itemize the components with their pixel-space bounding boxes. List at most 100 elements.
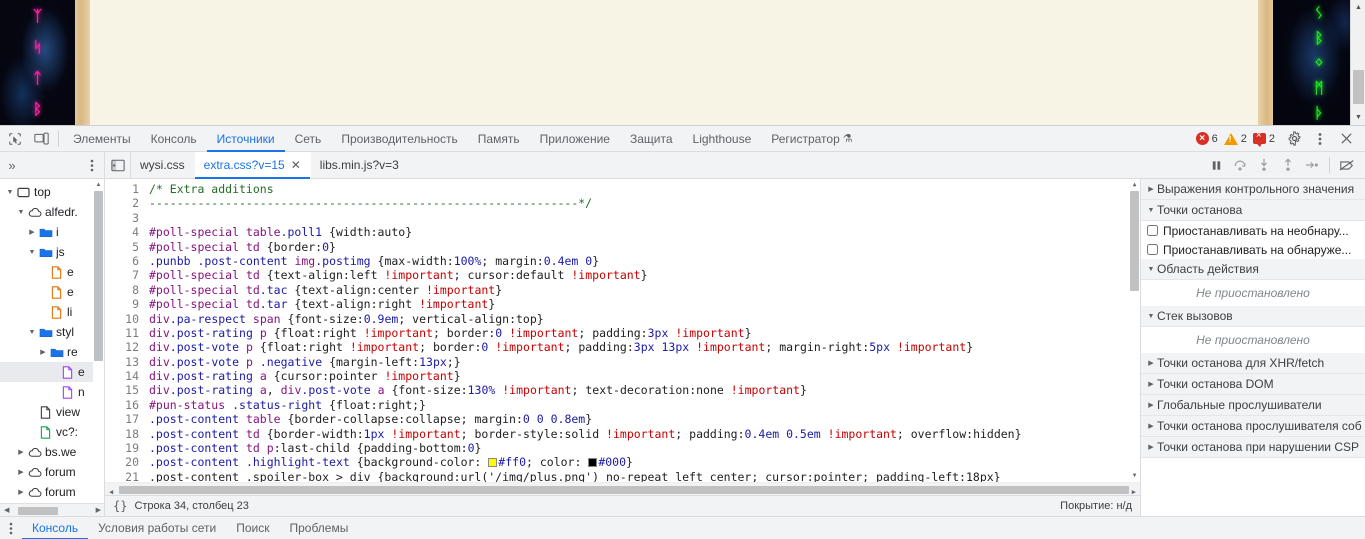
editor-scroll-up-icon[interactable]: ▲ (1129, 179, 1140, 191)
page-scrollbar[interactable]: ▲ ▼ (1350, 0, 1365, 125)
section-twisty-icon[interactable]: ▶ (1145, 185, 1157, 193)
code-line[interactable]: 13 div.post-vote p .negative {margin-left… (105, 355, 1140, 369)
scroll-up-arrow-icon[interactable]: ▲ (1351, 0, 1365, 15)
scroll-down-arrow-icon[interactable]: ▼ (1351, 110, 1365, 125)
step-out-button[interactable] (1276, 153, 1300, 177)
tree-twisty-icon[interactable]: ▶ (15, 489, 27, 496)
editor-hscroll-left-icon[interactable]: ◀ (109, 485, 113, 495)
checkbox[interactable] (1147, 225, 1158, 236)
debugger-section-header[interactable]: ▼ Точки останова (1141, 200, 1365, 221)
tree-item-re-8[interactable]: ▶ re (0, 342, 104, 362)
tab-6[interactable]: Приложение (530, 126, 620, 152)
code-line[interactable]: 9 #poll-special td.tar {text-align:right … (105, 297, 1140, 311)
tree-item-n-10[interactable]: ▶n (0, 382, 104, 402)
inspect-element-icon[interactable] (2, 127, 28, 151)
checkbox[interactable] (1147, 244, 1158, 255)
tree-item-li-6[interactable]: ▶li (0, 302, 104, 322)
section-twisty-icon[interactable]: ▶ (1145, 401, 1157, 409)
tab-1[interactable]: Консоль (141, 126, 207, 152)
navigator-hscroll-thumb[interactable] (18, 507, 58, 515)
pause-script-button[interactable] (1204, 153, 1228, 177)
file-tab-0[interactable]: wysi.css (131, 152, 195, 179)
tree-item-e-4[interactable]: ▶e (0, 262, 104, 282)
debugger-checkbox-row[interactable]: Приостанавливать на обнаруже... (1141, 240, 1365, 259)
color-swatch[interactable] (488, 458, 498, 468)
tree-item-alfedr-1[interactable]: ▼ alfedr. (0, 202, 104, 222)
debugger-section-header[interactable]: ▶ Глобальные прослушиватели (1141, 395, 1365, 416)
drawer-tab-0[interactable]: Консоль (22, 517, 88, 539)
tree-twisty-icon[interactable]: ▶ (15, 469, 27, 476)
code-line[interactable]: 11 div.post-rating p {float:right !import… (105, 326, 1140, 340)
code-line[interactable]: 3 (105, 211, 1140, 225)
tree-item-view-11[interactable]: ▶view (0, 402, 104, 422)
code-line[interactable]: 18 .post-content td {border-width:1px !im… (105, 427, 1140, 441)
code-line[interactable]: 12 div.post-vote p {float:right !importan… (105, 340, 1140, 354)
navigator-scroll-up-icon[interactable]: ▲ (93, 179, 104, 191)
tree-twisty-icon[interactable]: ▼ (26, 329, 38, 336)
navigator-hscroll-left-icon[interactable]: ◀ (4, 506, 9, 514)
debugger-section-header[interactable]: ▼ Область действия (1141, 259, 1365, 280)
warnings-counter[interactable]: 2 (1223, 132, 1247, 145)
gear-icon[interactable] (1281, 127, 1307, 151)
tab-8[interactable]: Lighthouse (683, 126, 762, 152)
debugger-checkbox-row[interactable]: Приостанавливать на необнару... (1141, 221, 1365, 240)
section-twisty-icon[interactable]: ▶ (1145, 443, 1157, 451)
debugger-section-header[interactable]: ▶ Выражения контрольного значения (1141, 179, 1365, 200)
tab-5[interactable]: Память (468, 126, 530, 152)
navigator-scrollbar[interactable]: ▲ ▼ (93, 179, 104, 516)
debugger-section-header[interactable]: ▶ Точки останова при нарушении CSP (1141, 437, 1365, 458)
file-tab-2[interactable]: libs.min.js?v=3 (311, 152, 409, 179)
section-twisty-icon[interactable]: ▼ (1145, 266, 1157, 273)
step-over-button[interactable] (1228, 153, 1252, 177)
step-into-button[interactable] (1252, 153, 1276, 177)
tree-item-e-9[interactable]: ▶e (0, 362, 104, 382)
debugger-section-header[interactable]: ▶ Точки останова DOM (1141, 374, 1365, 395)
tree-item-bswe-13[interactable]: ▶ bs.we (0, 442, 104, 462)
section-twisty-icon[interactable]: ▼ (1145, 207, 1157, 214)
debugger-section-header[interactable]: ▼ Стек вызовов (1141, 306, 1365, 327)
tree-twisty-icon[interactable]: ▶ (37, 349, 49, 356)
tree-twisty-icon[interactable]: ▶ (15, 449, 27, 456)
editor-vscrollbar-thumb[interactable] (1130, 191, 1139, 291)
section-twisty-icon[interactable]: ▶ (1145, 380, 1157, 388)
code-line[interactable]: 4 #poll-special table.poll1 {width:auto} (105, 225, 1140, 239)
tree-twisty-icon[interactable]: ▼ (26, 249, 38, 256)
debugger-section-header[interactable]: ▶ Точки останова прослушивателя соб (1141, 416, 1365, 437)
tree-item-e-5[interactable]: ▶e (0, 282, 104, 302)
code-line[interactable]: 2 ---------------------------------------… (105, 196, 1140, 210)
code-line[interactable]: 19 .post-content td p:last-child {padding… (105, 441, 1140, 455)
debugger-section-header[interactable]: ▶ Точки останова для XHR/fetch (1141, 353, 1365, 374)
editor-hscroll-right-icon[interactable]: ▶ (1132, 485, 1136, 495)
tree-item-forum-14[interactable]: ▶ forum (0, 462, 104, 482)
code-line[interactable]: 20 .post-content .highlight-text {backgro… (105, 455, 1140, 469)
editor-hscrollbar-thumb[interactable] (119, 486, 1129, 494)
code-line[interactable]: 1 /* Extra additions (105, 182, 1140, 196)
navigator-more-icon[interactable] (80, 159, 104, 172)
section-twisty-icon[interactable]: ▼ (1145, 313, 1157, 320)
tab-7[interactable]: Защита (620, 126, 683, 152)
code-line[interactable]: 16 #pun-status .status-right {float:right… (105, 398, 1140, 412)
tree-twisty-icon[interactable]: ▶ (26, 229, 38, 236)
step-button[interactable] (1300, 153, 1324, 177)
editor-vscrollbar[interactable]: ▲ ▼ (1129, 179, 1140, 482)
code-line[interactable]: 14 div.post-rating a {cursor:pointer !imp… (105, 369, 1140, 383)
code-editor[interactable]: 1 /* Extra additions 2 --------------------… (105, 179, 1140, 495)
chevron-double-right-icon[interactable]: » (0, 158, 24, 173)
tab-3[interactable]: Сеть (285, 126, 332, 152)
code-line[interactable]: 7 #poll-special td {text-align:left !impo… (105, 268, 1140, 282)
scrollbar-thumb[interactable] (1353, 70, 1364, 104)
show-navigator-icon[interactable] (105, 151, 131, 179)
navigator-hscroll-right-icon[interactable]: ▶ (96, 506, 101, 514)
navigator-scrollbar-thumb[interactable] (94, 191, 103, 361)
errors-counter[interactable]: × 6 (1195, 132, 1218, 145)
tree-twisty-icon[interactable]: ▼ (4, 189, 16, 196)
drawer-more-icon[interactable] (0, 522, 22, 535)
tab-0[interactable]: Элементы (63, 126, 141, 152)
code-line[interactable]: 17 .post-content table {border-collapse:c… (105, 412, 1140, 426)
close-icon[interactable] (1333, 127, 1359, 151)
tree-item-styl-7[interactable]: ▼ styl (0, 322, 104, 342)
messages-counter[interactable]: 2 (1252, 131, 1275, 147)
code-lines[interactable]: 1 /* Extra additions 2 --------------------… (105, 182, 1140, 495)
drawer-tab-3[interactable]: Проблемы (279, 517, 358, 539)
pretty-print-icon[interactable]: {} (113, 499, 127, 513)
